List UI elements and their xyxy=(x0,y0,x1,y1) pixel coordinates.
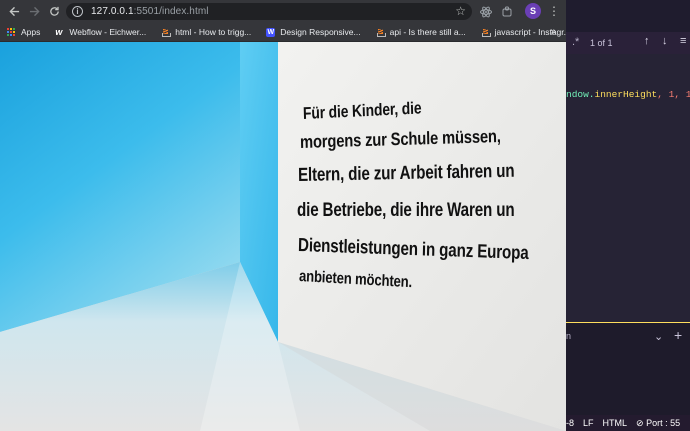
stackoverflow-icon xyxy=(161,28,172,37)
bookmark-label: Design Responsive... xyxy=(280,27,361,37)
extension-puzzle-icon[interactable] xyxy=(499,4,514,19)
chevron-down-icon[interactable]: ⌄ xyxy=(654,330,663,343)
find-previous-icon[interactable]: ↑ xyxy=(644,35,650,47)
page-viewport: Für die Kinder, die morgens zur Schule m… xyxy=(0,42,566,431)
forward-button[interactable] xyxy=(24,2,44,22)
bookmark-apps[interactable]: Apps xyxy=(7,27,40,37)
code-line[interactable]: ndow.innerHeight, 1, 100 xyxy=(566,89,690,100)
editor-top-bar xyxy=(566,0,690,32)
webflow-icon: w xyxy=(55,26,63,37)
stackoverflow-icon xyxy=(376,28,386,37)
reload-button[interactable] xyxy=(44,2,64,22)
bookmarks-overflow-button[interactable]: » xyxy=(550,26,556,37)
find-widget: .* 1 of 1 ↑ ↓ ≡ xyxy=(566,32,690,54)
back-button[interactable] xyxy=(4,2,24,22)
bookmark-api[interactable]: api - Is there still a... xyxy=(376,27,466,37)
webflow-w-icon: W xyxy=(266,27,276,37)
terminal-panel: n ⌄ + xyxy=(566,323,690,415)
apps-grid-icon xyxy=(7,27,16,37)
bookmarks-bar: Apps w Webflow - Eichwer... html - How t… xyxy=(0,23,566,42)
browser-toolbar: i 127.0.0.1:5501/index.html ☆ S ⋮ xyxy=(0,0,566,23)
find-menu-icon[interactable]: ≡ xyxy=(680,35,686,47)
profile-avatar[interactable]: S xyxy=(525,3,541,19)
code-token-args: , 1, 100 xyxy=(657,89,690,100)
bookmark-design-responsive[interactable]: W Design Responsive... xyxy=(266,27,361,37)
status-port[interactable]: ⊘ Port : 55 xyxy=(636,418,680,429)
add-terminal-icon[interactable]: + xyxy=(674,327,682,343)
bookmark-label: Apps xyxy=(21,27,41,37)
status-bar: -8 LF HTML ⊘ Port : 55 xyxy=(566,415,690,431)
status-encoding[interactable]: -8 xyxy=(566,418,574,428)
bookmark-star-icon[interactable]: ☆ xyxy=(455,4,466,18)
browser-window: i 127.0.0.1:5501/index.html ☆ S ⋮ Apps w… xyxy=(0,0,566,431)
bookmark-label: api - Is there still a... xyxy=(389,27,466,37)
code-editor: .* 1 of 1 ↑ ↓ ≡ ndow.innerHeight, 1, 100… xyxy=(566,0,690,431)
hero-line-3: Eltern, die zur Arbeit fahren un xyxy=(297,160,515,186)
site-info-icon[interactable]: i xyxy=(72,6,83,17)
browser-menu-icon[interactable]: ⋮ xyxy=(548,3,560,19)
stackoverflow-icon xyxy=(481,28,491,37)
arrow-right-icon xyxy=(29,6,40,17)
panel-tab-text: n xyxy=(566,331,572,341)
status-line-ending[interactable]: LF xyxy=(583,418,594,428)
status-language[interactable]: HTML xyxy=(603,418,628,428)
room-scene xyxy=(0,42,566,431)
hero-line-4: die Betriebe, die ihre Waren un xyxy=(297,200,515,221)
bookmark-html-trigger[interactable]: html - How to trigg... xyxy=(161,27,251,37)
address-url: 127.0.0.1:5501/index.html xyxy=(91,6,209,17)
url-path: :5501/index.html xyxy=(133,6,209,17)
url-host: 127.0.0.1 xyxy=(91,6,134,17)
regex-toggle[interactable]: .* xyxy=(572,36,579,48)
arrow-left-icon xyxy=(8,6,19,17)
reload-icon xyxy=(49,6,59,16)
find-next-icon[interactable]: ↓ xyxy=(662,35,668,47)
code-token-object: ndow. xyxy=(566,89,595,100)
code-token-property: innerHeight xyxy=(594,89,658,100)
bookmark-webflow[interactable]: w Webflow - Eichwer... xyxy=(55,27,146,37)
address-bar[interactable]: i 127.0.0.1:5501/index.html ☆ xyxy=(66,3,472,20)
bookmark-label: Webflow - Eichwer... xyxy=(69,27,147,37)
bookmark-label: html - How to trigg... xyxy=(175,27,252,37)
find-match-count: 1 of 1 xyxy=(590,38,613,48)
extension-react-icon[interactable] xyxy=(478,4,493,19)
